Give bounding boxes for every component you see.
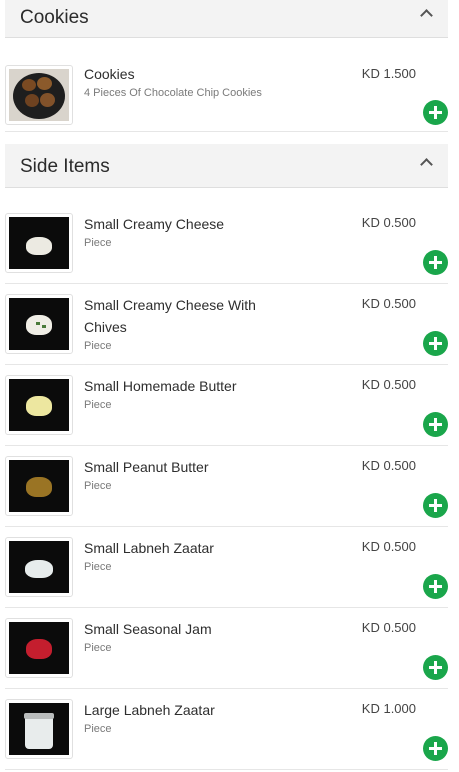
product-image <box>5 456 73 516</box>
item-name: Small Creamy Cheese With Chives <box>84 297 256 335</box>
product-image <box>5 537 73 597</box>
item-price: KD 0.500 <box>361 620 416 635</box>
menu-item[interactable]: Small Labneh Zaatar Piece KD 0.500 <box>5 537 448 608</box>
item-price: KD 1.500 <box>361 66 416 81</box>
item-name: Cookies <box>84 66 135 82</box>
section-header-side-items[interactable]: Side Items <box>5 144 448 188</box>
menu-item[interactable]: Small Homemade Butter Piece KD 0.500 <box>5 375 448 446</box>
item-price: KD 0.500 <box>361 458 416 473</box>
add-to-cart-button[interactable] <box>423 250 448 275</box>
item-description: Piece <box>84 480 112 492</box>
item-name: Small Peanut Butter <box>84 459 209 475</box>
product-image <box>5 699 73 759</box>
section-title: Cookies <box>20 7 89 28</box>
divider <box>5 131 448 132</box>
section-header-cookies[interactable]: Cookies <box>5 0 448 38</box>
chevron-up-icon[interactable] <box>420 158 433 171</box>
add-to-cart-button[interactable] <box>423 331 448 356</box>
product-image <box>5 618 73 678</box>
menu-item[interactable]: Small Seasonal Jam Piece KD 0.500 <box>5 618 448 689</box>
menu-item-cookies[interactable]: Cookies 4 Pieces Of Chocolate Chip Cooki… <box>5 65 448 131</box>
item-description: 4 Pieces Of Chocolate Chip Cookies <box>84 87 262 99</box>
item-price: KD 0.500 <box>361 215 416 230</box>
add-to-cart-button[interactable] <box>423 100 448 125</box>
item-description: Piece <box>84 340 112 352</box>
item-description: Piece <box>84 642 112 654</box>
product-image <box>5 294 73 354</box>
menu-item[interactable]: Small Creamy Cheese Piece KD 0.500 <box>5 213 448 284</box>
menu-item[interactable]: Small Peanut Butter Piece KD 0.500 <box>5 456 448 527</box>
menu-item[interactable]: Large Labneh Zaatar Piece KD 1.000 <box>5 699 448 770</box>
add-to-cart-button[interactable] <box>423 493 448 518</box>
chevron-up-icon[interactable] <box>420 9 433 22</box>
item-price: KD 0.500 <box>361 377 416 392</box>
item-name: Small Creamy Cheese <box>84 216 225 232</box>
item-name: Small Labneh Zaatar <box>84 540 214 556</box>
item-name: Large Labneh Zaatar <box>84 702 215 718</box>
item-price: KD 0.500 <box>361 539 416 554</box>
product-image <box>5 213 73 273</box>
item-description: Piece <box>84 399 112 411</box>
item-price: KD 1.000 <box>361 701 416 716</box>
item-name: Small Homemade Butter <box>84 378 237 394</box>
product-image <box>5 65 73 125</box>
item-description: Piece <box>84 561 112 573</box>
section-title: Side Items <box>20 156 110 177</box>
product-image <box>5 375 73 435</box>
add-to-cart-button[interactable] <box>423 412 448 437</box>
add-to-cart-button[interactable] <box>423 736 448 761</box>
add-to-cart-button[interactable] <box>423 574 448 599</box>
item-name: Small Seasonal Jam <box>84 621 212 637</box>
menu-item[interactable]: Small Creamy Cheese With Chives Piece KD… <box>5 294 448 365</box>
item-price: KD 0.500 <box>361 296 416 311</box>
item-description: Piece <box>84 237 112 249</box>
add-to-cart-button[interactable] <box>423 655 448 680</box>
item-description: Piece <box>84 723 112 735</box>
